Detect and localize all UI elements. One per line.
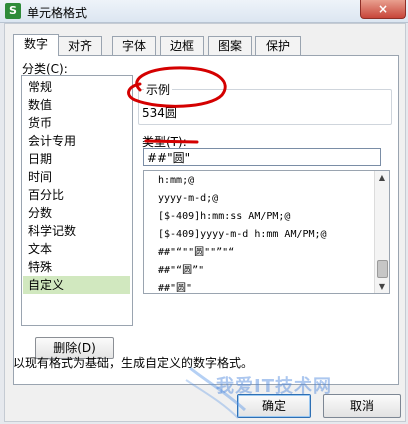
category-item-custom[interactable]: 自定义 [23, 276, 130, 294]
category-item-date[interactable]: 日期 [23, 150, 130, 168]
sample-title: 示例 [144, 81, 173, 98]
category-list[interactable]: 常规 数值 货币 会计专用 日期 时间 百分比 分数 科学记数 文本 特殊 自定… [21, 75, 133, 326]
format-option[interactable]: [$-409]h:mm:ss AM/PM;@ [158, 209, 290, 225]
category-item-accounting[interactable]: 会计专用 [23, 132, 130, 150]
tab-protection[interactable]: 保护 [255, 36, 301, 55]
title-bar: S 单元格格式 × [0, 0, 408, 23]
sample-value: 534圆 [142, 106, 177, 120]
dialog-body: 数字 对齐 字体 边框 图案 保护 分类(C): 常规 数值 货币 会计专用 日… [4, 23, 406, 422]
category-item-currency[interactable]: 货币 [23, 114, 130, 132]
app-icon: S [5, 3, 21, 19]
format-option[interactable]: h:mm;@ [158, 173, 194, 189]
scroll-thumb[interactable] [377, 260, 388, 278]
category-item-general[interactable]: 常规 [23, 78, 130, 96]
tab-border[interactable]: 边框 [160, 36, 204, 55]
window-title: 单元格格式 [27, 6, 88, 20]
category-item-scientific[interactable]: 科学记数 [23, 222, 130, 240]
category-item-time[interactable]: 时间 [23, 168, 130, 186]
type-input[interactable]: ##"圆" [143, 148, 381, 166]
format-list[interactable]: h:mm;@ yyyy-m-d;@ [$-409]h:mm:ss AM/PM;@… [143, 170, 390, 294]
format-option[interactable]: ##"圆" [158, 281, 192, 293]
description-text: 以现有格式为基础，生成自定义的数字格式。 [13, 356, 254, 370]
tab-panel-number: 分类(C): 常规 数值 货币 会计专用 日期 时间 百分比 分数 科学记数 文… [13, 55, 399, 385]
format-option[interactable]: [$-409]yyyy-m-d h:mm AM/PM;@ [158, 227, 327, 243]
format-option[interactable]: yyyy-m-d;@ [158, 191, 218, 207]
ok-button[interactable]: 确定 [237, 394, 311, 418]
tab-pattern[interactable]: 图案 [208, 36, 252, 55]
category-item-text[interactable]: 文本 [23, 240, 130, 258]
tab-number[interactable]: 数字 [13, 34, 59, 56]
format-option[interactable]: ##"“圆”" [158, 263, 204, 279]
category-item-number[interactable]: 数值 [23, 96, 130, 114]
close-button[interactable]: × [360, 0, 406, 19]
scroll-up-icon[interactable]: ▲ [376, 171, 388, 184]
format-list-scrollbar[interactable]: ▲ ▼ [374, 171, 389, 293]
category-item-fraction[interactable]: 分数 [23, 204, 130, 222]
scroll-down-icon[interactable]: ▼ [376, 280, 388, 293]
category-item-special[interactable]: 特殊 [23, 258, 130, 276]
format-option[interactable]: ##"“""圆""”"“ [158, 245, 234, 261]
cancel-button[interactable]: 取消 [323, 394, 401, 418]
tab-font[interactable]: 字体 [112, 36, 156, 55]
tab-alignment[interactable]: 对齐 [58, 36, 102, 55]
category-item-percentage[interactable]: 百分比 [23, 186, 130, 204]
